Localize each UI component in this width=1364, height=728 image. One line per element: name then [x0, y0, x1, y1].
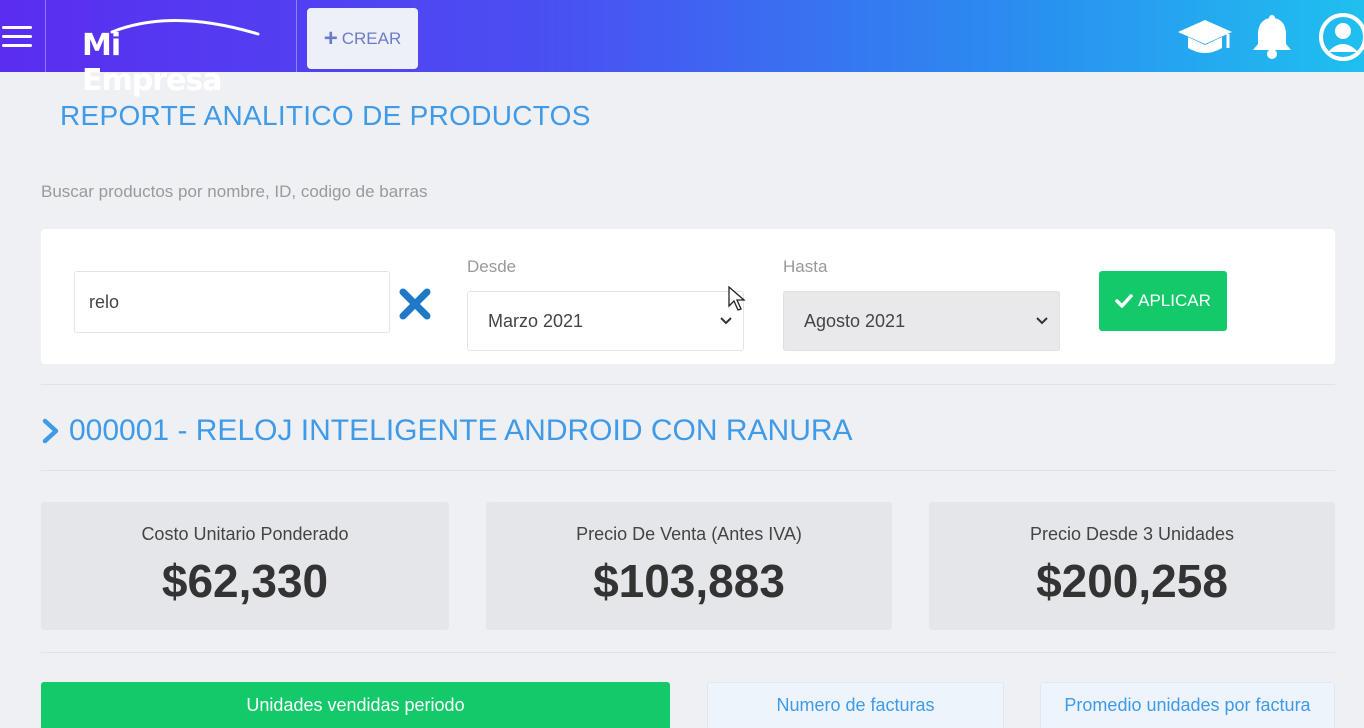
user-avatar-icon[interactable]	[1318, 12, 1364, 62]
desde-select-value: Marzo 2021	[488, 310, 584, 331]
mouse-cursor-icon	[728, 286, 746, 311]
product-search-input[interactable]	[74, 271, 390, 333]
stat-label: Precio Desde 3 Unidades	[1029, 524, 1235, 544]
stat-card-costo: Costo Unitario Ponderado $62,330	[41, 502, 449, 630]
tab-unidades-vendidas[interactable]: Unidades vendidas periodo	[41, 682, 670, 728]
stat-label: Precio De Venta (Antes IVA)	[576, 524, 802, 544]
stat-value: $200,258	[1036, 555, 1228, 607]
top-bar: Mi Empresa + CREAR	[0, 0, 1364, 98]
stat-value: $103,883	[593, 555, 785, 607]
desde-label: Desde	[467, 257, 517, 276]
stat-card-precio-3-unidades: Precio Desde 3 Unidades $200,258	[929, 502, 1335, 630]
chevron-down-icon	[720, 317, 732, 325]
filter-card: Desde Marzo 2021 Hasta Agosto 2021 APLIC…	[41, 229, 1335, 364]
header-divider	[296, 0, 297, 72]
product-heading[interactable]: 000001 - RELOJ INTELIGENTE ANDROID CON R…	[41, 414, 853, 448]
tab-numero-facturas[interactable]: Numero de facturas	[707, 682, 1004, 728]
stat-card-precio-venta: Precio De Venta (Antes IVA) $103,883	[486, 502, 892, 630]
apply-button[interactable]: APLICAR	[1099, 271, 1227, 331]
bell-icon[interactable]	[1250, 14, 1294, 60]
create-button-label: CREAR	[341, 28, 402, 48]
chevron-down-icon	[1036, 317, 1048, 325]
page-title: REPORTE ANALITICO DE PRODUCTOS	[60, 100, 591, 131]
hasta-select-value: Agosto 2021	[804, 310, 906, 331]
divider	[41, 384, 1335, 385]
clear-search-icon[interactable]	[398, 287, 432, 321]
stat-label: Costo Unitario Ponderado	[141, 524, 349, 544]
apply-button-label: APLICAR	[1138, 291, 1211, 310]
logo[interactable]: Mi Empresa	[82, 14, 264, 98]
graduation-cap-icon[interactable]	[1176, 18, 1234, 58]
product-heading-text: 000001 - RELOJ INTELIGENTE ANDROID CON R…	[69, 414, 853, 447]
search-hint: Buscar productos por nombre, ID, codigo …	[41, 182, 428, 201]
desde-select[interactable]: Marzo 2021	[467, 291, 744, 351]
tab-promedio-unidades[interactable]: Promedio unidades por factura	[1040, 682, 1335, 728]
check-icon	[1115, 294, 1133, 308]
hasta-select[interactable]: Agosto 2021	[783, 291, 1060, 351]
plus-icon: +	[323, 24, 338, 52]
hasta-label: Hasta	[783, 257, 828, 276]
chevron-right-icon	[42, 418, 59, 444]
divider	[41, 470, 1335, 471]
menu-icon[interactable]	[0, 0, 46, 72]
stat-value: $62,330	[161, 555, 329, 607]
logo-text: Mi Empresa	[82, 28, 222, 98]
divider	[41, 652, 1335, 653]
create-button[interactable]: + CREAR	[307, 8, 418, 69]
